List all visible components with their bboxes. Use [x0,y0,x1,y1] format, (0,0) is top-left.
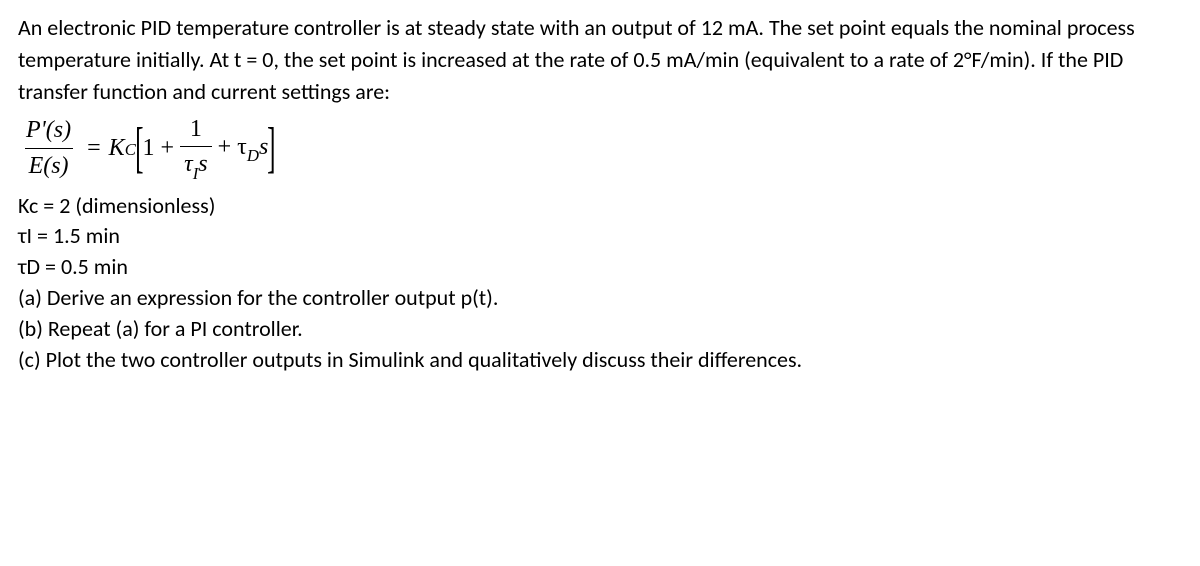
part-c: (c) Plot the two controller outputs in S… [18,345,1182,376]
pid-transfer-equation: P'(s) E(s) = KC [ 1 + 1 τIs + τDs ] [18,112,1182,185]
lhs-denominator: E(s) [25,148,73,184]
left-bracket: [ [135,123,143,173]
parameter-list: Kc = 2 (dimensionless) τI = 1.5 min τD =… [18,191,1182,283]
param-kc: Kc = 2 (dimensionless) [18,191,1182,222]
tau-d-subscript: D [247,146,259,165]
inner-frac-num: 1 [186,112,206,147]
inner-fraction: 1 τIs [180,112,212,185]
plus-tau: + τ [218,134,247,160]
bracket-inner: 1 + 1 τIs + τDs [143,112,269,185]
plus-tau-d: + τDs [218,130,269,167]
tau-i-subscript: I [193,164,199,183]
param-tau-i: τI = 1.5 min [18,221,1182,252]
tau-i-symbol: τ [184,151,193,177]
lhs-numerator: P'(s) [22,113,75,148]
part-b: (b) Repeat (a) for a PI controller. [18,314,1182,345]
right-bracket: ] [267,123,275,173]
lhs-fraction: P'(s) E(s) [22,113,75,184]
equals-sign: = [87,131,101,166]
inner-s: s [198,151,207,177]
question-parts: (a) Derive an expression for the control… [18,283,1182,375]
param-tau-d: τD = 0.5 min [18,252,1182,283]
problem-intro: An electronic PID temperature controller… [18,12,1182,108]
part-a: (a) Derive an expression for the control… [18,283,1182,314]
kc-symbol: K [109,131,125,166]
one-plus: 1 + [143,131,175,166]
inner-frac-den: τIs [180,146,212,184]
